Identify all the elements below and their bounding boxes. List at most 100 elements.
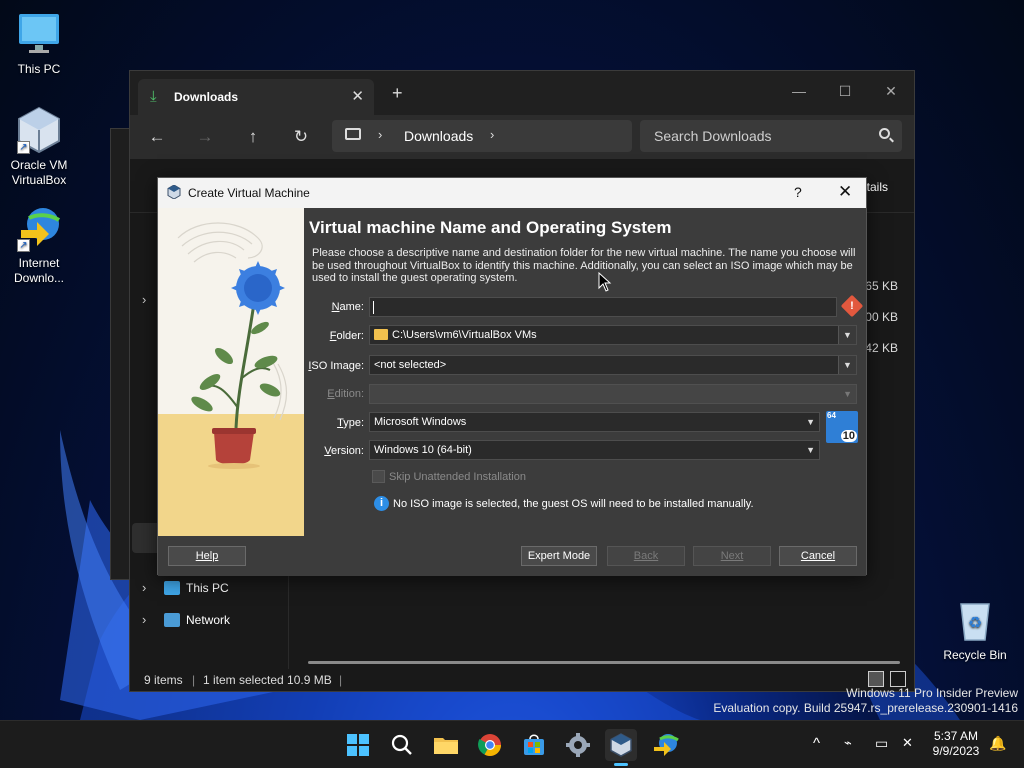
wizard-illustration — [158, 208, 304, 536]
name-field[interactable] — [369, 297, 837, 317]
type-value: Microsoft Windows — [374, 416, 467, 428]
desktop-icon-this-pc[interactable]: This PC — [1, 10, 77, 77]
status-item-count: 9 items — [144, 673, 183, 687]
desktop-icon-idm[interactable]: ↗ Internet Downlo... — [1, 204, 77, 286]
folder-selector[interactable]: C:\Users\vm6\VirtualBox VMs ▼ — [369, 325, 857, 345]
back-button[interactable]: ← — [143, 125, 171, 149]
details-view-icon[interactable] — [868, 671, 884, 687]
new-tab-button[interactable]: + — [392, 84, 403, 102]
next-button[interactable]: Next — [693, 546, 771, 566]
version-caret-icon: ▼ — [806, 445, 815, 455]
info-icon: i — [374, 496, 389, 511]
iso-image-selector[interactable]: <not selected> ▼ — [369, 355, 857, 375]
store-taskbar-button[interactable] — [518, 729, 550, 761]
back-button[interactable]: Back — [607, 546, 685, 566]
version-select[interactable]: Windows 10 (64-bit) ▼ — [369, 440, 820, 460]
start-button[interactable] — [342, 729, 374, 761]
internet-download-manager-icon — [654, 734, 679, 756]
cancel-button[interactable]: Cancel — [779, 546, 857, 566]
chevron-right-icon[interactable]: › — [142, 292, 146, 307]
folder-icon — [434, 738, 458, 754]
monitor-icon — [15, 10, 63, 58]
file-size: 65 KB — [865, 279, 898, 293]
chrome-taskbar-button[interactable] — [474, 729, 506, 761]
dialog-close-button[interactable]: ✕ — [838, 182, 852, 202]
edition-caret-icon: ▼ — [843, 389, 852, 399]
file-size: 00 KB — [865, 310, 898, 324]
tab-downloads[interactable]: ⤓ Downloads ✕ — [138, 79, 374, 115]
status-divider: | — [192, 673, 196, 687]
address-bar[interactable]: › Downloads › — [332, 120, 632, 152]
folder-dropdown-button[interactable]: ▼ — [838, 326, 856, 344]
status-divider: | — [339, 673, 343, 687]
edition-label: Edition: — [327, 388, 364, 400]
maximize-button[interactable]: ☐ — [822, 77, 868, 105]
virtualbox-icon — [610, 733, 632, 757]
tab-close-icon[interactable]: ✕ — [351, 87, 364, 105]
context-help-button[interactable]: ? — [794, 184, 802, 200]
desktop-icon-label: Downlo... — [13, 271, 65, 285]
sidebar-item-this-pc[interactable]: › This PC — [130, 575, 289, 603]
status-selection: 1 item selected 10.9 MB — [203, 673, 332, 687]
chrome-icon — [478, 734, 501, 756]
up-button[interactable]: ↑ — [239, 125, 267, 149]
refresh-button[interactable]: ↻ — [287, 125, 315, 149]
forward-button[interactable]: → — [191, 125, 219, 149]
chevron-right-icon[interactable]: › — [142, 612, 146, 627]
shortcut-arrow-icon: ↗ — [17, 239, 30, 252]
expert-mode-button[interactable]: Expert Mode — [521, 546, 597, 566]
breadcrumb-downloads[interactable]: Downloads — [404, 128, 473, 144]
desktop-icon-recycle-bin[interactable]: ♻ Recycle Bin — [937, 596, 1013, 663]
search-button[interactable] — [386, 729, 418, 761]
computer-icon — [345, 128, 361, 140]
virtualbox-icon — [167, 185, 181, 199]
sidebar-item-label: This PC — [186, 581, 229, 595]
edition-select[interactable]: ▼ — [369, 384, 857, 404]
desktop-icon-label: This PC — [17, 62, 61, 76]
dialog-title: Create Virtual Machine — [188, 186, 310, 200]
dialog-titlebar: Create Virtual Machine ? ✕ — [158, 178, 866, 208]
flower-illustration — [177, 222, 288, 469]
breadcrumb-separator: › — [490, 127, 495, 142]
type-caret-icon: ▼ — [806, 417, 815, 427]
sidebar-item-network[interactable]: › Network — [130, 607, 289, 635]
details-button[interactable]: tails — [867, 180, 888, 194]
network-status-icon[interactable]: ⌁ — [844, 735, 852, 751]
tab-title: Downloads — [174, 90, 239, 104]
desktop-icon-label: Recycle Bin — [943, 648, 1007, 662]
horizontal-scrollbar[interactable] — [308, 661, 900, 664]
clock[interactable]: 5:37 AM 9/9/2023 — [928, 729, 984, 759]
skip-unattended-checkbox[interactable] — [372, 470, 385, 483]
internet-download-manager-icon: ↗ — [15, 204, 63, 252]
settings-taskbar-button[interactable] — [562, 729, 594, 761]
close-window-button[interactable]: ✕ — [868, 77, 914, 105]
windows-logo-icon — [347, 734, 369, 756]
type-select[interactable]: Microsoft Windows ▼ — [369, 412, 820, 432]
display-icon[interactable]: ▭ — [875, 735, 888, 752]
chevron-right-icon[interactable]: › — [142, 580, 146, 595]
iso-dropdown-button[interactable]: ▼ — [838, 356, 856, 374]
desktop-icon-virtualbox[interactable]: ↗ Oracle VM VirtualBox — [1, 106, 77, 188]
help-button[interactable]: Help — [168, 546, 246, 566]
desktop-icon-label: Oracle VM — [10, 158, 68, 172]
desktop-icon-label: VirtualBox — [11, 173, 67, 187]
create-vm-dialog: Create Virtual Machine ? ✕ Virtual machi… — [157, 177, 867, 576]
download-icon: ⤓ — [150, 88, 157, 105]
virtualbox-taskbar-button[interactable] — [605, 729, 637, 761]
skip-unattended-label: Skip Unattended Installation — [389, 471, 526, 483]
text-cursor — [373, 301, 374, 314]
search-icon — [391, 734, 412, 755]
virtualbox-icon: ↗ — [15, 106, 63, 154]
volume-muted-icon[interactable]: ✕ — [902, 735, 913, 751]
idm-taskbar-button[interactable] — [650, 729, 682, 761]
notification-bell-icon[interactable]: 🔔 — [989, 735, 1006, 752]
status-bar: 9 items | 1 item selected 10.9 MB | — [130, 669, 914, 691]
show-hidden-icons-button[interactable]: ^ — [813, 735, 820, 752]
search-input[interactable]: Search Downloads — [640, 120, 902, 152]
large-icons-view-icon[interactable] — [890, 671, 906, 687]
file-explorer-taskbar-button[interactable] — [430, 729, 462, 761]
network-icon — [164, 613, 180, 627]
folder-label: Folder: — [329, 330, 364, 342]
minimize-button[interactable]: — — [776, 77, 822, 105]
taskbar: ^ ⌁ ▭ ✕ 5:37 AM 9/9/2023 🔔 — [0, 720, 1024, 768]
